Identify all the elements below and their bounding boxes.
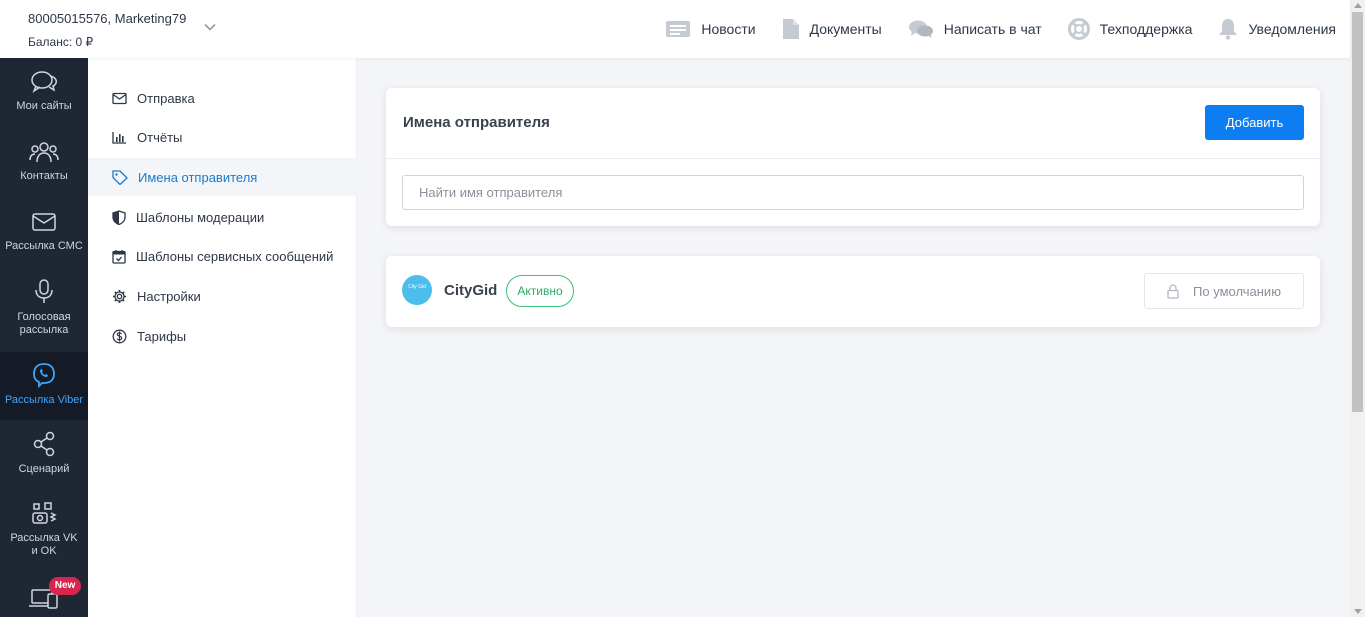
sidebar-item-voice[interactable]: Голосовая рассылка <box>0 279 88 337</box>
top-nav-support[interactable]: Техподдержка <box>1067 18 1193 40</box>
envelope-icon <box>112 92 127 104</box>
search-input[interactable] <box>402 175 1304 210</box>
page-scrollbar[interactable] <box>1350 0 1365 617</box>
account-balance: Баланс: 0 ₽ <box>28 35 94 49</box>
default-button[interactable]: По умолчанию <box>1144 273 1304 309</box>
subnav-item-label: Отчёты <box>137 129 183 145</box>
subnav-item-tariffs[interactable]: Тарифы <box>88 317 357 355</box>
subnav-item-label: Настройки <box>137 288 201 304</box>
subnav-item-label: Имена отправителя <box>138 169 258 185</box>
account-info[interactable]: 80005015576, Marketing79 Баланс: 0 ₽ <box>28 11 186 49</box>
top-navigation: Новости Документы Написать в чат Техподд… <box>639 0 1336 58</box>
sender-name: CityGid <box>444 282 498 299</box>
microphone-icon <box>35 279 53 303</box>
sender-names-panel: Имена отправителя Добавить <box>386 88 1320 226</box>
contacts-icon <box>29 142 59 163</box>
envelope-icon <box>32 213 56 231</box>
top-nav-label: Написать в чат <box>943 21 1042 37</box>
sidebar-item-label: Рассылка СМС <box>5 240 83 252</box>
sidebar-item-vk-ok[interactable]: Рассылка VK и OK <box>0 500 88 558</box>
top-nav-documents[interactable]: Документы <box>782 18 882 40</box>
scroll-down-arrow[interactable] <box>1354 609 1362 614</box>
top-nav-label: Новости <box>701 21 756 37</box>
chevron-down-icon[interactable] <box>203 20 217 34</box>
add-button[interactable]: Добавить <box>1205 105 1304 140</box>
dollar-icon <box>112 329 127 343</box>
top-nav-chat[interactable]: Написать в чат <box>908 19 1042 39</box>
main-sidebar: Мои сайты Контакты Рассылка СМС Голосова… <box>0 58 88 617</box>
default-button-label: По умолчанию <box>1193 283 1281 299</box>
subnav-item-sender-names[interactable]: Имена отправителя <box>88 158 357 196</box>
top-nav-label: Техподдержка <box>1099 21 1193 37</box>
subnav-item-send[interactable]: Отправка <box>88 79 357 117</box>
document-icon <box>782 19 799 39</box>
subnav-item-label: Шаблоны сервисных сообщений <box>136 248 334 264</box>
sidebar-item-label: Рассылка VK и OK <box>10 532 78 557</box>
sender-avatar: City Gid <box>402 275 432 305</box>
lifebuoy-icon <box>1067 18 1090 40</box>
sidebar-item-scenario[interactable]: Сценарий <box>0 431 88 476</box>
sidebar-item-viber[interactable]: Рассылка Viber <box>0 352 88 420</box>
lock-icon <box>1167 283 1179 299</box>
section-sidebar: Отправка Отчёты Имена отправителя Шаблон… <box>88 58 357 617</box>
subnav-item-settings[interactable]: Настройки <box>88 277 357 315</box>
sidebar-item-label: Рассылка Viber <box>4 394 84 406</box>
subnav-item-label: Шаблоны модерации <box>136 209 265 225</box>
new-badge: New <box>49 577 81 595</box>
top-nav-label: Документы <box>809 21 882 37</box>
bell-icon <box>1219 19 1238 40</box>
divider <box>386 158 1320 159</box>
sidebar-item-label: Голосовая рассылка <box>17 311 71 336</box>
sidebar-item-my-sites[interactable]: Мои сайты <box>0 70 88 113</box>
top-nav-news[interactable]: Новости <box>665 20 756 38</box>
top-header: 80005015576, Marketing79 Баланс: 0 ₽ Нов… <box>0 0 1350 58</box>
chat-icon <box>908 20 933 38</box>
bar-chart-icon <box>112 131 126 144</box>
account-name: , Marketing79 <box>107 11 187 26</box>
shield-icon <box>112 209 126 225</box>
top-nav-notifications[interactable]: Уведомления <box>1218 18 1336 40</box>
subnav-item-label: Тарифы <box>137 328 187 344</box>
sidebar-item-sms[interactable]: Рассылка СМС <box>0 210 88 253</box>
share-icon <box>33 431 55 457</box>
top-nav-label: Уведомления <box>1248 21 1336 37</box>
sidebar-item-label: Контакты <box>20 170 68 182</box>
sender-row: City Gid CityGid Активно По умолчанию <box>386 256 1320 327</box>
subnav-item-moderation-templates[interactable]: Шаблоны модерации <box>88 198 357 236</box>
status-badge: Активно <box>506 275 574 307</box>
news-icon <box>666 21 691 37</box>
chat-bubbles-icon <box>31 71 57 93</box>
calendar-icon <box>112 249 126 264</box>
sidebar-item-contacts[interactable]: Контакты <box>0 140 88 183</box>
scroll-up-arrow[interactable] <box>1354 3 1362 8</box>
gear-icon <box>113 289 126 303</box>
account-phone: 80005015576 <box>28 11 108 26</box>
subnav-item-service-templates[interactable]: Шаблоны сервисных сообщений <box>88 237 357 275</box>
scroll-thumb[interactable] <box>1352 12 1363 412</box>
subnav-item-label: Отправка <box>137 90 195 106</box>
subnav-item-reports[interactable]: Отчёты <box>88 118 357 156</box>
sidebar-item-label: Мои сайты <box>16 100 72 112</box>
viber-icon <box>33 363 55 388</box>
tag-icon <box>112 169 128 185</box>
page-title: Имена отправителя <box>403 114 550 131</box>
social-icon <box>32 502 57 524</box>
sidebar-item-label: Сценарий <box>18 463 70 475</box>
